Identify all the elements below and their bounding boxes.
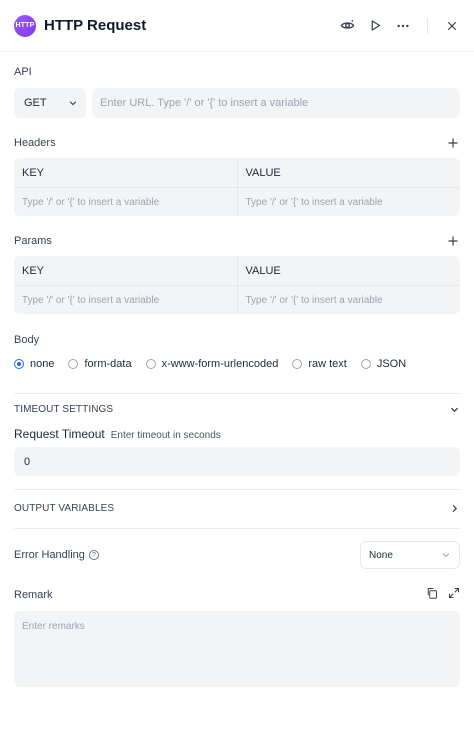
- add-header-icon[interactable]: [446, 136, 460, 150]
- error-handling-label: Error Handling: [14, 549, 85, 561]
- headers-header: Headers: [0, 136, 474, 150]
- body-option-label: none: [30, 358, 55, 370]
- params-header: Params: [0, 234, 474, 248]
- params-key-column: KEY: [22, 264, 45, 277]
- request-timeout-hint: Enter timeout in seconds: [110, 430, 221, 441]
- table-row: Type '/' or '{' to insert a variable Typ…: [14, 285, 460, 314]
- error-handling-label-group: Error Handling ?: [14, 549, 99, 561]
- headers-table: KEY VALUE Type '/' or '{' to insert a va…: [14, 158, 460, 216]
- headers-label: Headers: [14, 137, 56, 149]
- body-option-label: x-www-form-urlencoded: [161, 358, 279, 370]
- error-handling-value: None: [369, 549, 393, 561]
- body-option-x-www-form-urlencoded[interactable]: x-www-form-urlencoded: [145, 358, 279, 370]
- radio-checked-icon[interactable]: [14, 359, 24, 369]
- params-value-column: VALUE: [236, 256, 461, 285]
- table-row: Type '/' or '{' to insert a variable Typ…: [14, 187, 460, 216]
- method-value: GET: [24, 97, 47, 109]
- timeout-section-title: TIMEOUT SETTINGS: [14, 404, 114, 415]
- url-input[interactable]: Enter URL. Type '/' or '{' to insert a v…: [92, 88, 460, 118]
- headers-value-column: VALUE: [236, 158, 461, 187]
- param-key-input[interactable]: Type '/' or '{' to insert a variable: [14, 286, 237, 314]
- radio-icon[interactable]: [145, 359, 156, 369]
- error-handling-row: Error Handling ? None: [14, 541, 460, 569]
- api-label: API: [14, 66, 32, 78]
- params-table-header: KEY VALUE: [14, 256, 460, 285]
- request-timeout-label: Request Timeout: [14, 427, 105, 441]
- body-option-form-data[interactable]: form-data: [68, 358, 132, 370]
- remark-label: Remark: [14, 589, 53, 601]
- help-icon[interactable]: ?: [88, 550, 99, 560]
- headers-table-header: KEY VALUE: [14, 158, 460, 187]
- more-icon[interactable]: [395, 18, 411, 34]
- header-key-input[interactable]: Type '/' or '{' to insert a variable: [14, 188, 237, 216]
- panel-header: HTTP HTTP Request: [0, 0, 474, 52]
- header-value-input[interactable]: Type '/' or '{' to insert a variable: [236, 188, 461, 216]
- headers-key-column: KEY: [22, 166, 45, 179]
- body-type-radio-group: none form-data x-www-form-urlencoded raw…: [14, 358, 406, 370]
- play-icon[interactable]: [367, 18, 383, 34]
- divider: [14, 528, 460, 529]
- output-section-title: OUTPUT VARIABLES: [14, 503, 115, 514]
- panel-title[interactable]: HTTP Request: [44, 17, 339, 34]
- http-request-panel: HTTP HTTP Request API GET Enter URL. Typ…: [0, 0, 474, 740]
- body-option-label: raw text: [308, 358, 347, 370]
- divider: [14, 393, 460, 394]
- params-label: Params: [14, 235, 52, 247]
- copy-icon[interactable]: [426, 586, 438, 604]
- divider: [14, 489, 460, 490]
- add-param-icon[interactable]: [446, 234, 460, 248]
- body-option-none[interactable]: none: [14, 358, 54, 370]
- radio-icon[interactable]: [68, 359, 79, 369]
- body-option-json[interactable]: JSON: [360, 358, 407, 370]
- chevron-right-icon: [452, 504, 458, 513]
- header-actions: [339, 17, 460, 34]
- chevron-down-icon: [442, 553, 450, 558]
- radio-icon[interactable]: [360, 359, 371, 369]
- eye-icon[interactable]: [339, 18, 355, 34]
- chevron-down-icon: [69, 101, 77, 106]
- output-variables-toggle[interactable]: OUTPUT VARIABLES: [14, 503, 460, 514]
- expand-icon[interactable]: [448, 586, 460, 604]
- body-label: Body: [14, 334, 40, 346]
- timeout-settings-toggle[interactable]: TIMEOUT SETTINGS: [14, 404, 460, 415]
- body-option-raw-text[interactable]: raw text: [292, 358, 347, 370]
- http-node-icon: HTTP: [14, 14, 36, 37]
- request-timeout-input[interactable]: 0: [14, 447, 460, 476]
- param-value-input[interactable]: Type '/' or '{' to insert a variable: [236, 286, 461, 314]
- body-option-label: JSON: [376, 358, 407, 370]
- close-icon[interactable]: [444, 18, 460, 34]
- api-row: GET Enter URL. Type '/' or '{' to insert…: [14, 88, 460, 118]
- params-table: KEY VALUE Type '/' or '{' to insert a va…: [14, 256, 460, 314]
- remark-header: Remark: [14, 586, 460, 604]
- remark-actions: [426, 586, 460, 604]
- error-handling-select[interactable]: None: [360, 541, 460, 569]
- chevron-down-icon: [450, 407, 459, 413]
- header-separator: [427, 17, 428, 34]
- remark-textarea[interactable]: Enter remarks: [14, 611, 460, 687]
- method-select[interactable]: GET: [14, 88, 86, 118]
- radio-icon[interactable]: [292, 359, 303, 369]
- body-option-label: form-data: [84, 358, 132, 370]
- request-timeout-line: Request Timeout Enter timeout in seconds: [14, 427, 221, 441]
